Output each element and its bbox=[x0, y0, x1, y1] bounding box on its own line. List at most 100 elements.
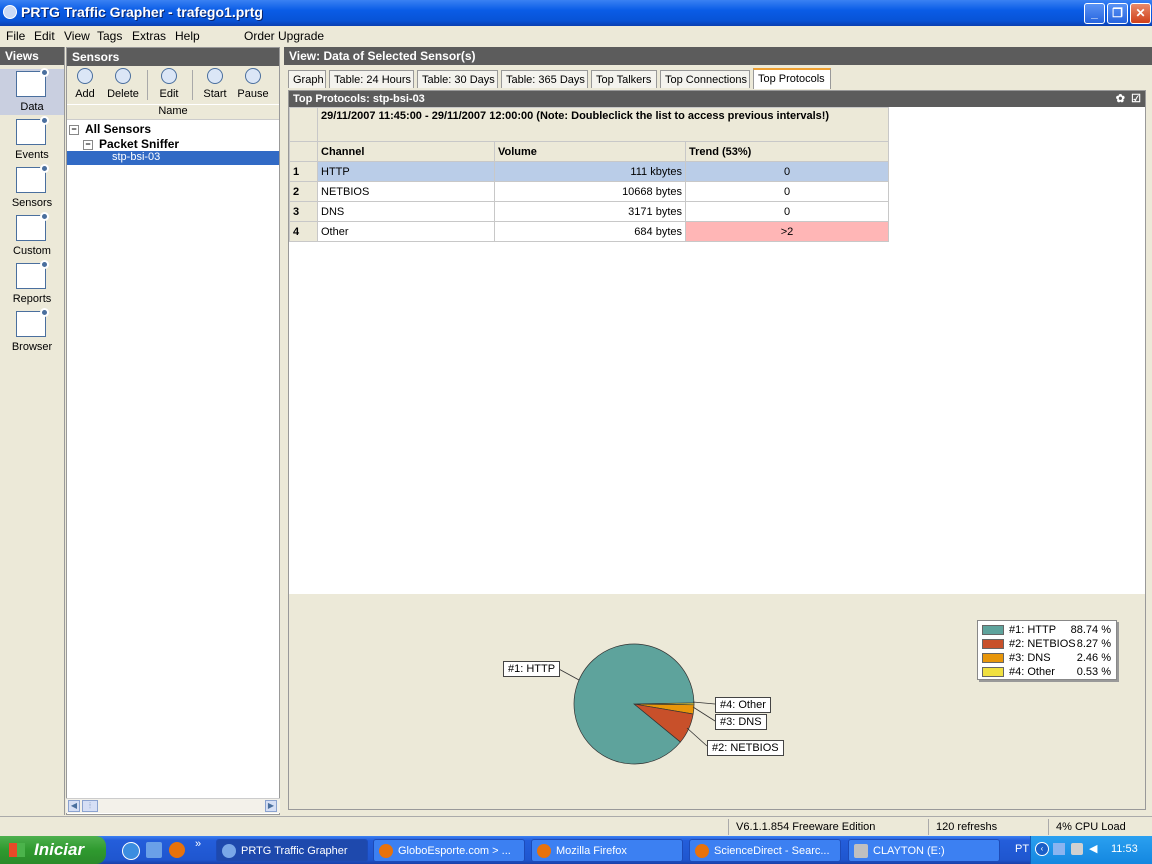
menu-edit[interactable]: Edit bbox=[34, 29, 55, 43]
view-sensors[interactable]: Sensors bbox=[0, 164, 64, 211]
edit-label: Edit bbox=[159, 88, 179, 100]
tab-table-30-days[interactable]: Table: 30 Days bbox=[417, 70, 498, 88]
view-label: Data bbox=[20, 101, 44, 113]
menu-view[interactable]: View bbox=[64, 29, 90, 43]
menu-extras[interactable]: Extras bbox=[132, 29, 166, 43]
cell-channel: Other bbox=[317, 221, 495, 242]
view-custom[interactable]: Custom bbox=[0, 212, 64, 259]
cell-channel: HTTP bbox=[317, 161, 495, 182]
taskbar-button-clayton[interactable]: CLAYTON (E:) bbox=[848, 839, 1000, 862]
content-title-text: Top Protocols: stp-bsi-03 bbox=[293, 93, 425, 105]
slice-label-other: #4: Other bbox=[715, 697, 771, 713]
view-data[interactable]: Data bbox=[0, 68, 64, 115]
table-row[interactable]: 2 NETBIOS 10668 bytes 0 bbox=[289, 181, 889, 202]
collapse-icon[interactable]: − bbox=[69, 124, 79, 135]
tab-table-365-days[interactable]: Table: 365 Days bbox=[501, 70, 588, 88]
settings-icon[interactable]: ✿ bbox=[1116, 91, 1125, 107]
taskbar-button-firefox[interactable]: Mozilla Firefox bbox=[531, 839, 683, 862]
menu-file[interactable]: File bbox=[6, 29, 25, 43]
delete-label: Delete bbox=[107, 88, 139, 100]
legend-item: #3: DNS 2.46 % bbox=[982, 652, 1114, 665]
taskbar-label: CLAYTON (E:) bbox=[873, 845, 945, 857]
minimize-button[interactable]: _ bbox=[1084, 3, 1105, 24]
protocols-table[interactable]: 29/11/2007 11:45:00 - 29/11/2007 12:00:0… bbox=[289, 107, 889, 242]
start-button[interactable]: Start bbox=[195, 68, 235, 100]
scroll-left-icon[interactable]: ◀ bbox=[68, 800, 80, 812]
clock[interactable]: 11:53 bbox=[1111, 843, 1138, 855]
chart-legend: #1: HTTP 88.74 % #2: NETBIOS 8.27 % #3: DN… bbox=[977, 620, 1117, 680]
table-row[interactable]: 1 HTTP 111 kbytes 0 bbox=[289, 161, 889, 182]
language-indicator[interactable]: PT bbox=[1015, 843, 1029, 855]
pause-button[interactable]: Pause bbox=[233, 68, 273, 100]
legend-label: #1: HTTP bbox=[1009, 624, 1057, 636]
pause-icon bbox=[245, 68, 261, 84]
delete-button[interactable]: Delete bbox=[103, 68, 143, 100]
maximize-button[interactable]: ❐ bbox=[1107, 3, 1128, 24]
col-trend[interactable]: Trend (53%) bbox=[685, 141, 889, 162]
content-pane: Top Protocols: stp-bsi-03 ✿ ☑ 29/11/2007… bbox=[288, 90, 1146, 810]
sensors-panel: Sensors Add Delete Edit Start Pause Name… bbox=[66, 47, 280, 815]
tree-all-sensors[interactable]: − All Sensors bbox=[69, 122, 151, 136]
legend-percent: 0.53 % bbox=[1076, 666, 1111, 678]
table-corner bbox=[289, 107, 318, 142]
tab-graph[interactable]: Graph bbox=[288, 70, 326, 88]
add-button[interactable]: Add bbox=[65, 68, 105, 100]
menu-tags[interactable]: Tags bbox=[97, 29, 122, 43]
menu-help[interactable]: Help bbox=[175, 29, 200, 43]
safely-remove-icon[interactable] bbox=[1071, 843, 1083, 855]
tab-table-24-hours[interactable]: Table: 24 Hours bbox=[329, 70, 414, 88]
view-browser[interactable]: Browser bbox=[0, 308, 64, 355]
view-events[interactable]: Events bbox=[0, 116, 64, 163]
quicklaunch-more-icon[interactable]: » bbox=[195, 838, 201, 850]
horizontal-scrollbar[interactable]: ◀ ⦙ ▶ bbox=[66, 798, 280, 813]
slice-label-dns: #3: DNS bbox=[715, 714, 767, 730]
interval-text[interactable]: 29/11/2007 11:45:00 - 29/11/2007 12:00:0… bbox=[317, 107, 889, 142]
title-bar[interactable]: PRTG Traffic Grapher - trafego1.prtg _ ❐… bbox=[0, 0, 1152, 26]
menu-order-upgrade[interactable]: Order Upgrade bbox=[244, 29, 324, 43]
taskbar-button-globoesporte[interactable]: GloboEsporte.com > ... bbox=[373, 839, 525, 862]
toolbar-separator bbox=[147, 70, 148, 100]
taskbar-button-sciencedirect[interactable]: ScienceDirect - Searc... bbox=[689, 839, 841, 862]
start-button[interactable]: Iniciar bbox=[0, 836, 106, 864]
tab-top-protocols[interactable]: Top Protocols bbox=[753, 68, 831, 89]
checkbox-icon[interactable]: ☑ bbox=[1131, 91, 1141, 107]
scroll-thumb[interactable]: ⦙ bbox=[82, 800, 98, 812]
tree-label: All Sensors bbox=[85, 122, 152, 136]
edit-button[interactable]: Edit bbox=[149, 68, 189, 100]
scroll-right-icon[interactable]: ▶ bbox=[265, 800, 277, 812]
view-label: Events bbox=[15, 149, 49, 161]
firefox-icon[interactable] bbox=[169, 842, 185, 858]
explorer-icon[interactable] bbox=[146, 842, 162, 858]
tray-expand-icon[interactable]: ‹ bbox=[1035, 842, 1049, 856]
legend-percent: 88.74 % bbox=[1070, 624, 1111, 636]
col-channel[interactable]: Channel bbox=[317, 141, 495, 162]
main-panel: View: Data of Selected Sensor(s) Graph T… bbox=[284, 47, 1152, 815]
status-cpu: 4% CPU Load bbox=[1056, 821, 1126, 833]
close-button[interactable]: ✕ bbox=[1130, 3, 1151, 24]
taskbar-label: Mozilla Firefox bbox=[556, 845, 627, 857]
add-icon bbox=[77, 68, 93, 84]
network-icon[interactable] bbox=[1053, 843, 1065, 855]
table-row[interactable]: 4 Other 684 bytes >2 bbox=[289, 221, 889, 242]
window-title: PRTG Traffic Grapher - trafego1.prtg bbox=[21, 4, 263, 20]
table-row[interactable]: 3 DNS 3171 bytes 0 bbox=[289, 201, 889, 222]
ie-icon[interactable] bbox=[122, 842, 140, 860]
firefox-icon bbox=[537, 844, 551, 858]
table-header-num bbox=[289, 141, 318, 162]
name-column-header[interactable]: Name bbox=[67, 105, 279, 120]
tree-sensor[interactable]: stp-bsi-03 bbox=[67, 151, 279, 165]
tree-group[interactable]: − Packet Sniffer bbox=[83, 137, 179, 151]
taskbar-button-prtg[interactable]: PRTG Traffic Grapher bbox=[216, 839, 368, 862]
app-icon bbox=[3, 5, 17, 19]
volume-icon[interactable]: ◀ bbox=[1089, 843, 1101, 855]
sensors-toolbar: Add Delete Edit Start Pause bbox=[67, 66, 279, 104]
tab-top-talkers[interactable]: Top Talkers bbox=[591, 70, 657, 88]
interval-row[interactable]: 29/11/2007 11:45:00 - 29/11/2007 12:00:0… bbox=[289, 107, 889, 142]
windows-flag-icon bbox=[9, 843, 25, 857]
col-volume[interactable]: Volume bbox=[494, 141, 686, 162]
view-label: Custom bbox=[13, 245, 51, 257]
cell-trend: 0 bbox=[685, 201, 889, 222]
tab-top-connections[interactable]: Top Connections bbox=[660, 70, 750, 88]
view-reports[interactable]: Reports bbox=[0, 260, 64, 307]
collapse-icon[interactable]: − bbox=[83, 139, 93, 150]
